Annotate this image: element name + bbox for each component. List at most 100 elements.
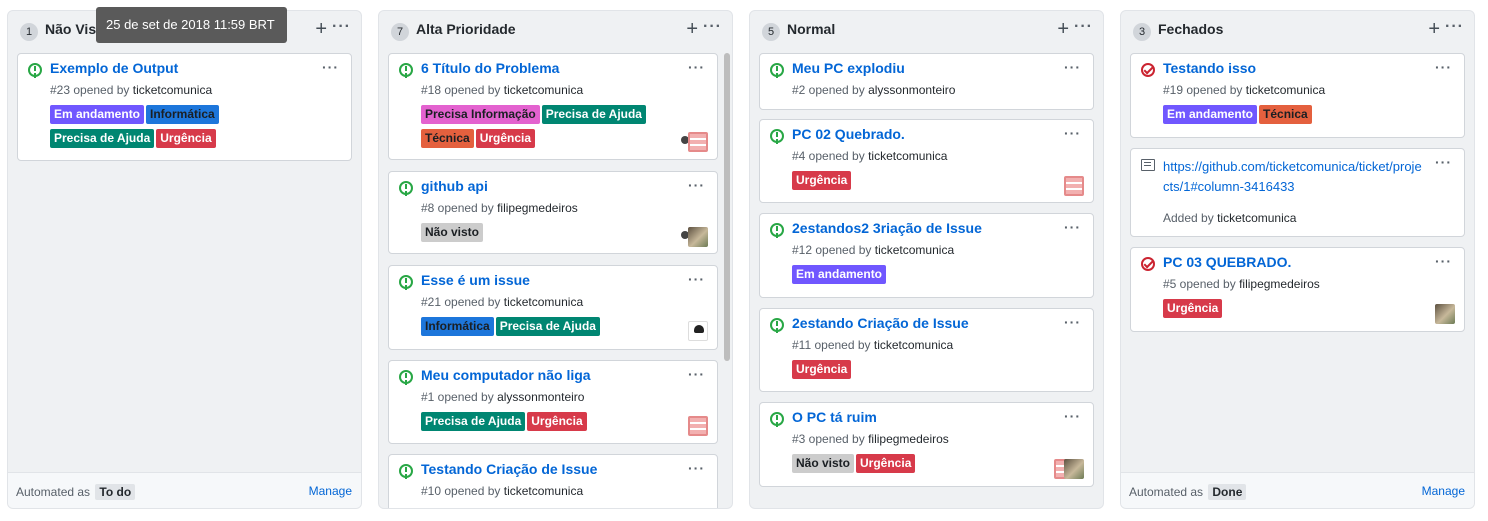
issue-title[interactable]: 2estandos2 3riação de Issue xyxy=(792,220,982,236)
card-menu-icon[interactable]: ··· xyxy=(322,59,339,75)
card-menu-icon[interactable]: ··· xyxy=(1435,154,1452,170)
label[interactable]: Urgência xyxy=(527,412,587,431)
manage-link[interactable]: Manage xyxy=(309,484,352,498)
issue-author[interactable]: filipegmedeiros xyxy=(868,432,949,446)
issue-meta: #1 opened by alyssonmonteiro xyxy=(421,390,584,404)
label[interactable]: Precisa de Ajuda xyxy=(50,129,155,148)
label-list: Em andamento Informática Precisa de Ajuda U… xyxy=(50,105,290,153)
issue-card[interactable]: O PC tá ruim #3 opened by filipegmedeiro… xyxy=(759,402,1094,487)
column-menu-icon[interactable]: ··· xyxy=(332,19,351,35)
column-menu-icon[interactable]: ··· xyxy=(1074,19,1093,35)
add-card-icon[interactable]: + xyxy=(1057,19,1069,39)
label[interactable]: Informática xyxy=(421,317,494,336)
card-menu-icon[interactable]: ··· xyxy=(1064,219,1081,235)
issue-author[interactable]: ticketcomunica xyxy=(874,338,953,352)
issue-card[interactable]: Meu PC explodiu #2 opened by alyssonmont… xyxy=(759,53,1094,110)
issue-card[interactable]: Meu computador não liga #1 opened by aly… xyxy=(388,360,718,444)
issue-author[interactable]: ticketcomunica xyxy=(504,83,583,97)
add-card-icon[interactable]: + xyxy=(686,19,698,39)
column-menu-icon[interactable]: ··· xyxy=(703,19,722,35)
label[interactable]: Urgência xyxy=(792,171,852,190)
label[interactable]: Urgência xyxy=(792,360,852,379)
issue-author[interactable]: ticketcomunica xyxy=(133,83,212,97)
card-menu-icon[interactable]: ··· xyxy=(688,366,705,382)
issue-author[interactable]: alyssonmonteiro xyxy=(868,83,955,97)
label[interactable]: Em andamento xyxy=(1163,105,1258,124)
issue-title[interactable]: O PC tá ruim xyxy=(792,409,877,425)
note-author[interactable]: ticketcomunica xyxy=(1217,211,1296,225)
add-card-icon[interactable]: + xyxy=(315,19,327,39)
issue-author[interactable]: ticketcomunica xyxy=(504,295,583,309)
card-menu-icon[interactable]: ··· xyxy=(1435,253,1452,269)
card-menu-icon[interactable]: ··· xyxy=(688,59,705,75)
add-card-icon[interactable]: + xyxy=(1428,19,1440,39)
label[interactable]: Precisa de Ajuda xyxy=(421,412,526,431)
assignee-avatar[interactable] xyxy=(688,416,708,436)
issue-title[interactable]: Testando Criação de Issue xyxy=(421,461,597,477)
label[interactable]: Urgência xyxy=(156,129,216,148)
issue-card[interactable]: 6 Título do Problema #18 opened by ticke… xyxy=(388,53,718,160)
issue-author[interactable]: filipegmedeiros xyxy=(1239,277,1320,291)
card-list: Exemplo de Output #23 opened by ticketco… xyxy=(17,53,352,468)
assignee-avatar[interactable] xyxy=(1064,176,1084,196)
label[interactable]: Não visto xyxy=(421,223,484,242)
issue-title[interactable]: Esse é um issue xyxy=(421,272,530,288)
issue-title[interactable]: PC 03 QUEBRADO. xyxy=(1163,254,1291,270)
issue-title[interactable]: github api xyxy=(421,178,488,194)
label[interactable]: Em andamento xyxy=(50,105,145,124)
issue-card[interactable]: 2estandos2 3riação de Issue #12 opened b… xyxy=(759,213,1094,298)
label[interactable]: Não visto xyxy=(792,454,855,473)
issue-card[interactable]: Testando Criação de Issue #10 opened by … xyxy=(388,454,718,508)
assignee-avatar[interactable] xyxy=(688,132,708,152)
card-menu-icon[interactable]: ··· xyxy=(1435,59,1452,75)
issue-author[interactable]: ticketcomunica xyxy=(875,243,954,257)
label[interactable]: Urgência xyxy=(856,454,916,473)
card-menu-icon[interactable]: ··· xyxy=(688,460,705,476)
issue-title[interactable]: Exemplo de Output xyxy=(50,60,178,76)
card-menu-icon[interactable]: ··· xyxy=(1064,408,1081,424)
issue-author[interactable]: alyssonmonteiro xyxy=(497,390,584,404)
label[interactable]: Técnica xyxy=(1259,105,1312,124)
issue-title[interactable]: 2estando Criação de Issue xyxy=(792,315,969,331)
issue-card[interactable]: PC 02 Quebrado. #4 opened by ticketcomun… xyxy=(759,119,1094,203)
label[interactable]: Urgência xyxy=(475,129,536,148)
issue-title[interactable]: Testando isso xyxy=(1163,60,1256,76)
assignee-avatar[interactable] xyxy=(688,227,708,247)
issue-card[interactable]: Esse é um issue #21 opened by ticketcomu… xyxy=(388,265,718,350)
issue-author[interactable]: ticketcomunica xyxy=(1246,83,1325,97)
issue-title[interactable]: PC 02 Quebrado. xyxy=(792,126,905,142)
issue-title[interactable]: 6 Título do Problema xyxy=(421,60,559,76)
issue-card[interactable]: 2estando Criação de Issue #11 opened by … xyxy=(759,308,1094,392)
label[interactable]: Precisa de Ajuda xyxy=(495,317,600,336)
note-link[interactable]: https://github.com/ticketcomunica/ticket… xyxy=(1163,157,1423,197)
issue-title[interactable]: Meu PC explodiu xyxy=(792,60,905,76)
label[interactable]: Urgência xyxy=(1163,299,1223,318)
issue-meta: #19 opened by ticketcomunica xyxy=(1163,83,1325,97)
issue-author[interactable]: filipegmedeiros xyxy=(497,201,578,215)
label[interactable]: Técnica xyxy=(421,129,474,148)
issue-author[interactable]: ticketcomunica xyxy=(868,149,947,163)
label[interactable]: Precisa de Ajuda xyxy=(541,105,646,124)
issue-author[interactable]: ticketcomunica xyxy=(504,484,583,498)
card-menu-icon[interactable]: ··· xyxy=(1064,125,1081,141)
card-menu-icon[interactable]: ··· xyxy=(688,271,705,287)
issue-card[interactable]: Testando isso #19 opened by ticketcomuni… xyxy=(1130,53,1465,138)
column-scrollbar[interactable] xyxy=(724,53,730,361)
assignee-avatar[interactable] xyxy=(688,321,708,341)
card-menu-icon[interactable]: ··· xyxy=(688,177,705,193)
assignee-avatar[interactable] xyxy=(1435,304,1455,324)
label[interactable]: Em andamento xyxy=(792,265,887,284)
issue-card[interactable]: PC 03 QUEBRADO. #5 opened by filipegmede… xyxy=(1130,247,1465,332)
issue-card[interactable]: Exemplo de Output #23 opened by ticketco… xyxy=(17,53,352,161)
assignee-avatar[interactable] xyxy=(1064,459,1084,479)
card-menu-icon[interactable]: ··· xyxy=(1064,314,1081,330)
label[interactable]: Informática xyxy=(146,105,219,124)
issue-closed-icon xyxy=(1141,257,1155,271)
manage-link[interactable]: Manage xyxy=(1422,484,1465,498)
card-menu-icon[interactable]: ··· xyxy=(1064,59,1081,75)
issue-title[interactable]: Meu computador não liga xyxy=(421,367,591,383)
issue-card[interactable]: github api #8 opened by filipegmedeiros … xyxy=(388,171,718,254)
note-card[interactable]: https://github.com/ticketcomunica/ticket… xyxy=(1130,148,1465,237)
column-menu-icon[interactable]: ··· xyxy=(1445,19,1464,35)
label[interactable]: Precisa Informação xyxy=(421,105,540,124)
